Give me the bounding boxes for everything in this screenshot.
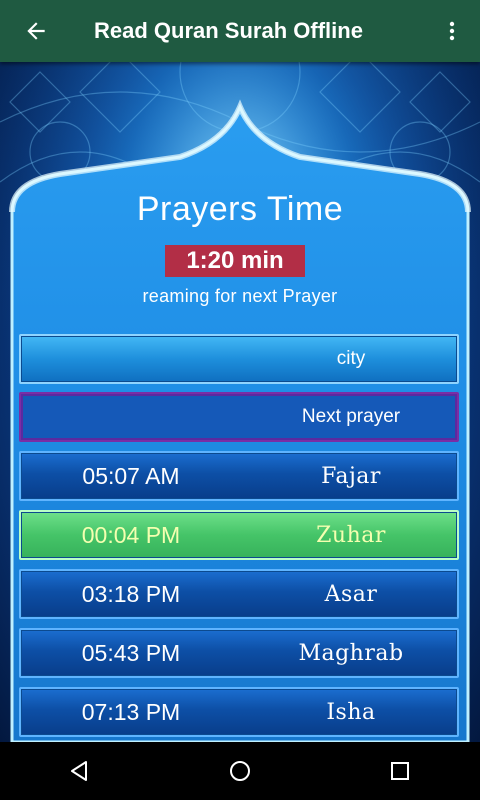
page-heading: Prayers Time <box>136 190 344 228</box>
nav-back-button[interactable] <box>50 742 110 800</box>
nav-home-icon <box>230 761 250 781</box>
prayer-row-asar[interactable]: 03:18 PM Asar <box>19 569 459 619</box>
overflow-menu-button[interactable] <box>424 0 480 62</box>
prayer-row-maghrab[interactable]: 05:43 PM Maghrab <box>19 628 459 678</box>
prayer-time: 03:18 PM <box>81 580 181 607</box>
system-navigation-bar <box>0 742 480 800</box>
countdown-badge: 1:20 min <box>165 245 305 277</box>
nav-recents-button[interactable] <box>370 742 430 800</box>
nav-home-button[interactable] <box>210 742 270 800</box>
nav-recents-icon <box>391 762 409 780</box>
back-button[interactable] <box>0 0 72 62</box>
prayer-time: 00:04 PM <box>81 521 181 548</box>
next-prayer-row: Next prayer <box>19 392 459 442</box>
city-label: city <box>336 348 366 369</box>
more-vertical-icon <box>449 21 455 41</box>
prayer-time: 05:07 AM <box>82 462 180 489</box>
prayer-row-isha[interactable]: 07:13 PM Isha <box>19 687 459 737</box>
next-prayer-label: Next prayer <box>301 406 401 427</box>
countdown-caption: reaming for next Prayer <box>142 286 338 306</box>
prayer-row-zuhar[interactable]: 00:04 PM Zuhar <box>19 510 459 560</box>
prayer-name: Fajar <box>321 463 381 489</box>
prayer-name: Zuhar <box>316 522 386 548</box>
nav-back-icon <box>71 761 87 781</box>
app-bar: Read Quran Surah Offline <box>0 0 480 62</box>
prayer-name: Maghrab <box>298 640 404 666</box>
prayer-time: 05:43 PM <box>81 639 181 666</box>
prayer-times-screen: Prayers Time 1:20 min reaming for next P… <box>0 62 480 742</box>
arrow-left-icon <box>27 22 45 40</box>
prayer-row-fajar[interactable]: 05:07 AM Fajar <box>19 451 459 501</box>
prayer-name: Isha <box>326 699 376 725</box>
city-row[interactable]: city <box>19 334 459 384</box>
app-title: Read Quran Surah Offline <box>94 18 363 43</box>
prayer-time: 07:13 PM <box>81 698 181 725</box>
prayer-name: Asar <box>324 581 378 607</box>
